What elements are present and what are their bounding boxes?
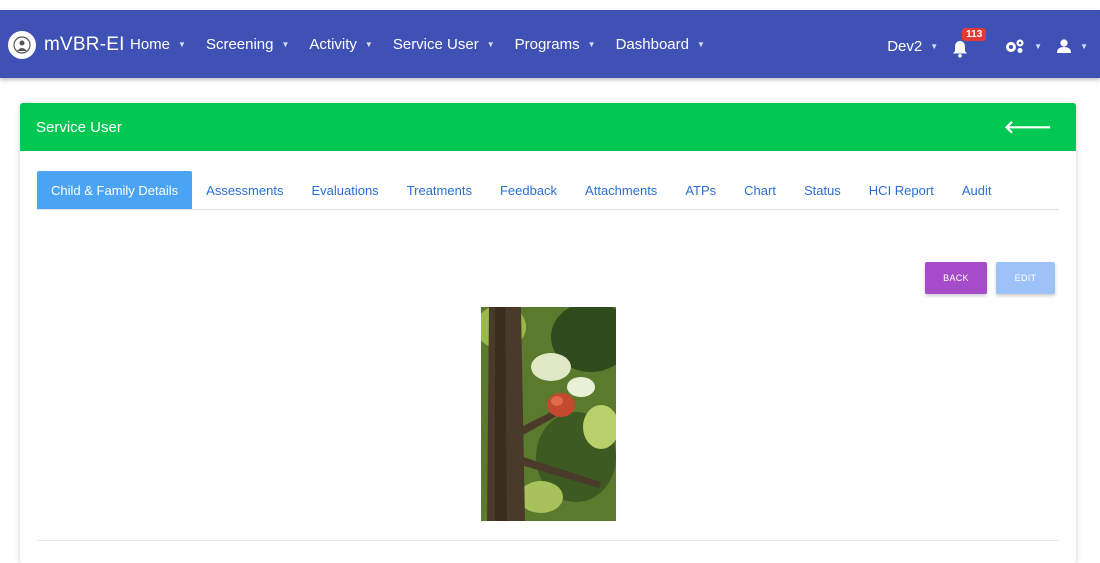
nav-right: Dev2 ▼ 113 ▼ ▼ [887,28,1088,60]
card-header: Service User 🡐 [20,103,1076,151]
caret-down-icon: ▼ [486,40,495,49]
card-title: Service User [36,118,122,136]
tab-audit[interactable]: Audit [948,171,1006,209]
nav-home-label: Home [130,36,171,53]
main-menu: Home ▼ Screening ▼ Activity ▼ Service Us… [130,36,725,53]
nav-programs-label: Programs [514,36,580,53]
tab-child-family-details[interactable]: Child & Family Details [37,171,193,209]
cogs-icon [1006,39,1024,53]
nav-home[interactable]: Home ▼ [130,36,186,53]
nav-service-user[interactable]: Service User ▼ [393,36,495,53]
tab-evaluations[interactable]: Evaluations [297,171,392,209]
edit-button[interactable]: EDIT [996,262,1055,294]
settings-dropdown[interactable]: ▼ [1004,38,1042,54]
nav-activity[interactable]: Activity ▼ [309,36,372,53]
caret-down-icon: ▼ [364,40,373,49]
tab-atps[interactable]: ATPs [671,171,730,209]
arrow-left-icon[interactable]: 🡐 [1004,117,1052,138]
nav-dashboard[interactable]: Dashboard ▼ [616,36,705,53]
service-user-photo [481,307,616,521]
caret-down-icon: ▼ [930,41,939,51]
caret-down-icon: ▼ [696,40,705,49]
nav-service-user-label: Service User [392,36,479,53]
back-button[interactable]: BACK [925,262,987,294]
nav-screening[interactable]: Screening ▼ [206,36,289,53]
user-icon [1057,39,1072,53]
tab-treatments[interactable]: Treatments [393,171,486,209]
nav-screening-label: Screening [205,36,274,53]
emblem-icon [8,31,36,59]
nav-programs[interactable]: Programs ▼ [515,36,596,53]
user-dropdown[interactable]: Dev2 ▼ [887,38,938,55]
brand[interactable]: mVBR-EI [8,31,125,59]
tab-hci-report[interactable]: HCI Report [855,171,948,209]
user-name: Dev2 [887,37,923,55]
divider [37,540,1059,541]
caret-down-icon: ▼ [178,40,186,49]
tab-status[interactable]: Status [790,171,855,209]
notification-badge: 113 [962,28,987,41]
account-dropdown[interactable]: ▼ [1056,38,1088,54]
nav-activity-label: Activity [309,36,357,53]
caret-down-icon: ▼ [1034,41,1043,51]
top-navbar: mVBR-EI Home ▼ Screening ▼ Activity ▼ Se… [0,10,1100,78]
tab-feedback[interactable]: Feedback [486,171,571,209]
caret-down-icon: ▼ [587,40,596,49]
nav-dashboard-label: Dashboard [615,36,689,53]
notifications-button[interactable]: 113 [952,28,987,58]
bell-icon [953,41,968,58]
service-user-tabs: Child & Family Details Assessments Evalu… [37,171,1059,210]
caret-down-icon: ▼ [1080,41,1088,51]
tab-chart[interactable]: Chart [730,171,790,209]
tab-attachments[interactable]: Attachments [571,171,671,209]
service-user-card: Service User 🡐 Child & Family Details As… [20,103,1076,563]
caret-down-icon: ▼ [281,40,290,49]
tab-assessments[interactable]: Assessments [192,171,297,209]
brand-name: mVBR-EI [44,34,125,55]
